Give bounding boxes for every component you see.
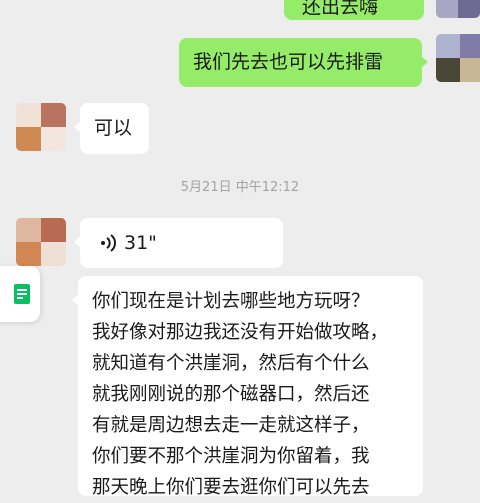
message-line: 有就是周边想去走一走就这样子，	[92, 415, 370, 436]
voice-message-bubble[interactable]: 31"	[74, 218, 283, 268]
message-line: 就知道有个洪崖洞，然后有个什么	[92, 353, 370, 374]
received-message-bubble[interactable]: 可以	[74, 103, 149, 154]
timestamp: 5月21日 中午12:12	[180, 180, 300, 195]
document-icon	[14, 284, 30, 304]
my-avatar[interactable]	[436, 0, 480, 18]
sent-message-bubble[interactable]: 还出去嗨	[284, 0, 424, 20]
contact-avatar[interactable]	[16, 218, 66, 266]
my-avatar[interactable]	[436, 34, 480, 82]
voice-duration: 31"	[124, 232, 157, 254]
message-text: 可以	[94, 117, 133, 139]
message-line: 就我刚刚说的那个磁器口，然后还	[92, 384, 370, 405]
message-line: 你们现在是计划去哪些地方玩呀？	[92, 291, 370, 312]
chat-screen: { "messages": { "sent_partial": "还出去嗨", …	[0, 0, 480, 498]
message-line: 你们要不那个洪崖洞为你留着，我	[92, 446, 370, 467]
message-text: 还出去嗨	[302, 0, 379, 18]
message-text: 你们现在是计划去哪些地方玩呀？ 我好像对那边我还没有开始做攻略， 就知道有个洪崖…	[92, 286, 388, 503]
message-text: 我们先去也可以先排雷	[193, 51, 384, 73]
voice-wave-icon	[100, 233, 118, 253]
message-line: 那天晚上你们要去逛你们可以先去	[92, 477, 370, 498]
floating-side-tab[interactable]	[0, 266, 40, 322]
received-message-bubble[interactable]: 你们现在是计划去哪些地方玩呀？ 我好像对那边我还没有开始做攻略， 就知道有个洪崖…	[72, 276, 423, 498]
contact-avatar[interactable]	[16, 103, 66, 151]
message-line: 我好像对那边我还没有开始做攻略，	[92, 322, 389, 343]
sent-message-bubble[interactable]: 我们先去也可以先排雷	[179, 38, 428, 87]
